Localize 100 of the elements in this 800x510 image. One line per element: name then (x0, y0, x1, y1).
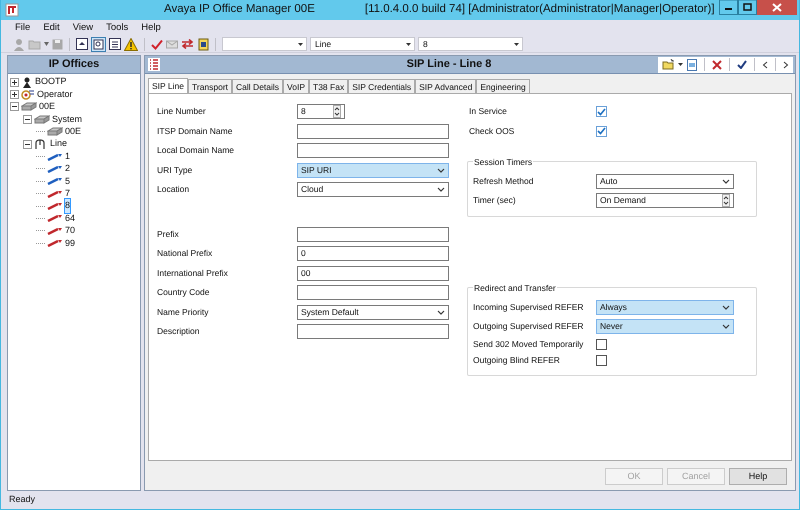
collapse-icon[interactable] (23, 114, 32, 124)
window-title: Avaya IP Office Manager 00E (164, 2, 315, 18)
field-label: URI Type (157, 164, 194, 177)
previous-icon[interactable] (762, 60, 768, 68)
spinner-icon (333, 105, 341, 118)
check-icon[interactable] (737, 60, 747, 69)
spin-field[interactable]: 8 (297, 104, 345, 120)
collapse-icon[interactable] (10, 102, 19, 112)
dropdown[interactable]: SIP URI (297, 162, 449, 178)
next-icon[interactable] (783, 60, 789, 68)
field-label: Local Domain Name (157, 144, 236, 158)
dropdown[interactable]: Cloud (297, 182, 449, 198)
checkbox[interactable] (596, 355, 607, 366)
tree-item[interactable]: 00E (39, 100, 56, 114)
dropdown-arrow-icon (514, 42, 519, 46)
dropdown[interactable]: System Default (297, 304, 449, 320)
tree-item[interactable]: 2 (65, 162, 70, 176)
input-field[interactable] (297, 226, 449, 242)
menu-item[interactable]: View (72, 20, 94, 36)
field-label: Name Priority (157, 306, 210, 319)
tab[interactable]: SIP Advanced (415, 79, 476, 93)
input-field[interactable] (297, 285, 449, 300)
tab[interactable]: VoIP (283, 79, 310, 93)
toolbar-dropdown[interactable]: Line (310, 37, 415, 51)
dropdown[interactable]: Always (596, 300, 734, 315)
tree-item[interactable]: 5 (65, 174, 70, 188)
app-icon (5, 3, 19, 17)
input-field[interactable]: 0 (297, 246, 449, 262)
tree-item[interactable]: System (52, 112, 82, 126)
field-label: Location (157, 183, 190, 196)
field-label: Outgoing Blind REFER (473, 354, 561, 368)
search-window-icon[interactable] (91, 36, 106, 52)
input-field[interactable] (297, 124, 449, 139)
tab[interactable]: Call Details (232, 79, 284, 93)
menu-item[interactable]: Tools (106, 20, 128, 36)
tree-item[interactable]: 99 (65, 236, 76, 250)
caret-icon[interactable] (678, 63, 683, 66)
field-label: Line Number (157, 105, 207, 118)
dropdown[interactable]: Never (596, 319, 734, 334)
checkbox-label: In Service (469, 105, 508, 118)
tree-item[interactable]: Operator (37, 88, 73, 102)
field-label: International Prefix (157, 266, 229, 280)
menu-item[interactable]: Help (141, 20, 161, 36)
card-icon[interactable] (197, 38, 209, 50)
input-field[interactable]: 00 (297, 266, 449, 281)
server-icon (34, 114, 50, 124)
tab[interactable]: SIP Line (148, 78, 188, 93)
tree-item[interactable]: 00E (65, 125, 82, 139)
expand-icon[interactable] (10, 78, 19, 87)
expand-icon[interactable] (10, 90, 19, 100)
tab[interactable]: Engineering (476, 79, 530, 93)
collapse-icon[interactable] (23, 140, 32, 149)
check-icon[interactable] (151, 38, 163, 50)
field-label: Refresh Method (473, 175, 534, 188)
field-label: ITSP Domain Name (157, 124, 234, 138)
menu-item[interactable]: Edit (43, 20, 60, 36)
field-label: Prefix (157, 228, 180, 241)
document-icon[interactable] (687, 58, 697, 70)
window-icon[interactable] (76, 38, 88, 50)
checkbox[interactable] (596, 106, 607, 118)
tab[interactable]: SIP Credentials (348, 79, 416, 93)
operator-icon (21, 89, 35, 100)
checkbox-label: Check OOS (469, 124, 516, 138)
toolbar-dropdown[interactable]: 8 (418, 37, 523, 51)
field-label: Incoming Supervised REFER (473, 301, 585, 314)
checkbox[interactable] (596, 338, 607, 350)
list-icon[interactable] (148, 58, 160, 71)
status-text: Ready (9, 493, 36, 506)
spin-field[interactable]: On Demand (596, 193, 734, 208)
spinner-icon (722, 194, 730, 207)
person-icon (21, 76, 33, 88)
dialog-button[interactable]: Help (729, 468, 787, 485)
tree-item[interactable]: 8 (65, 199, 70, 213)
check-icon (597, 108, 606, 116)
list-window-icon[interactable] (109, 38, 121, 50)
delete-icon[interactable] (712, 60, 722, 70)
close-button[interactable] (757, 0, 797, 15)
maximize-button[interactable] (738, 0, 757, 15)
tree-item[interactable]: 64 (65, 212, 76, 226)
tab[interactable]: Transport (188, 79, 232, 93)
minimize-button[interactable] (719, 0, 738, 15)
tree-item[interactable]: 7 (65, 186, 70, 200)
field-label: Country Code (157, 286, 210, 300)
tree-item[interactable]: Line (50, 137, 68, 151)
input-field[interactable] (297, 143, 449, 158)
tree-item[interactable]: 70 (65, 224, 76, 238)
warning-icon[interactable] (124, 38, 138, 50)
checkbox[interactable] (596, 126, 607, 137)
tab[interactable]: T38 Fax (309, 79, 348, 93)
menu-item[interactable]: File (15, 20, 30, 36)
new-folder-icon[interactable] (662, 59, 674, 70)
tree-item[interactable]: 1 (65, 150, 70, 164)
tree-header: IP Offices (8, 56, 140, 74)
dropdown-arrow-icon (406, 42, 411, 46)
panel-title: SIP Line - Line 8 (406, 57, 492, 72)
field-label: Outgoing Supervised REFER (473, 320, 585, 333)
input-field[interactable] (297, 324, 449, 340)
swap-arrows-icon[interactable] (181, 38, 194, 50)
tree-item[interactable]: BOOTP (35, 75, 67, 89)
dropdown[interactable]: Auto (596, 174, 734, 189)
